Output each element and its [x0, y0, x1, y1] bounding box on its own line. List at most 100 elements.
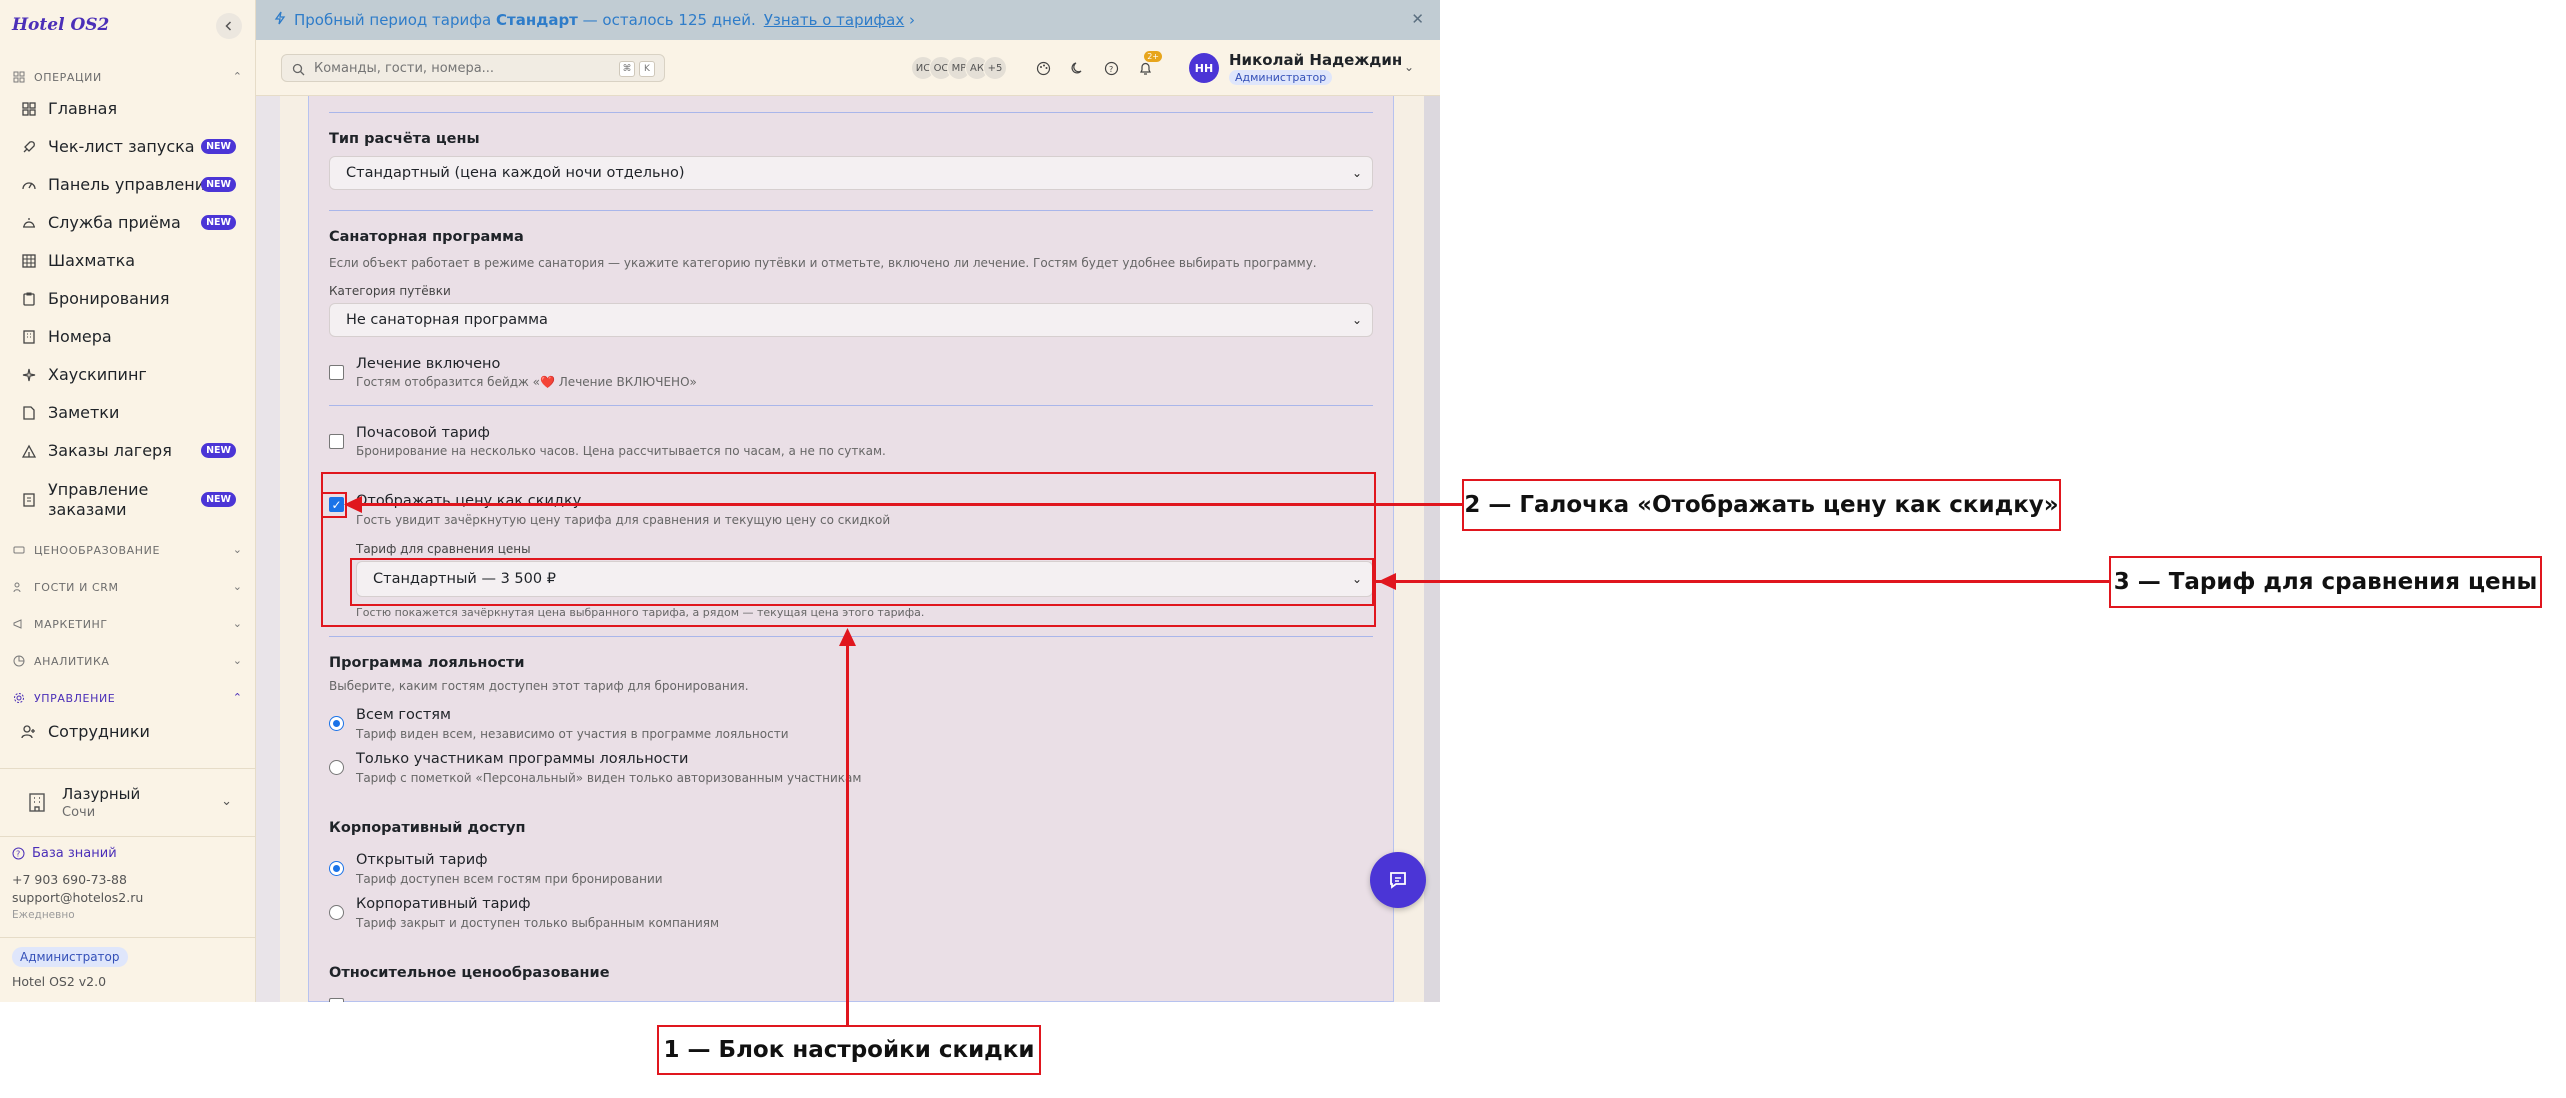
- online-users[interactable]: ИС ОС МР АК +5: [911, 56, 1007, 80]
- user-name[interactable]: Николай Надеждин: [1229, 51, 1402, 69]
- hourly-tariff-description: Бронирование на несколько часов. Цена ра…: [356, 444, 886, 458]
- section-label: МАРКЕТИНГ: [34, 617, 108, 631]
- corporate-open-title: Открытый тариф: [356, 852, 488, 868]
- treatment-description: Гостям отобразится бейдж «❤️ Лечение ВКЛ…: [356, 375, 697, 389]
- loyalty-members-description: Тариф с пометкой «Персональный» виден то…: [356, 771, 862, 785]
- chevron-left-icon: [225, 21, 232, 31]
- tent-icon: [20, 442, 38, 460]
- select-value: Не санаторная программа: [346, 312, 548, 328]
- pricing-link[interactable]: Узнать о тарифах: [764, 11, 905, 29]
- sidebar-item-bookings[interactable]: Бронирования: [0, 281, 256, 317]
- banner-text-before: Пробный период тарифа: [294, 11, 492, 29]
- lightning-icon: [274, 11, 286, 29]
- loyalty-all-title: Всем гостям: [356, 707, 451, 723]
- arrowhead-3: [1378, 573, 1396, 590]
- sidebar-item-notes[interactable]: Заметки: [0, 395, 256, 431]
- help-button[interactable]: ?: [1098, 55, 1124, 81]
- sidebar-item-home[interactable]: Главная: [0, 91, 256, 127]
- command-search[interactable]: ⌘ K: [281, 54, 665, 82]
- chevron-down-icon: ⌄: [1351, 166, 1362, 180]
- knowledge-base-link[interactable]: ? База знаний: [12, 846, 117, 861]
- rocket-icon: [20, 138, 38, 156]
- dashboard-icon: [20, 100, 38, 118]
- sidebar-item-rooms[interactable]: Номера: [0, 319, 256, 355]
- new-badge: NEW: [201, 177, 236, 192]
- dark-mode-button[interactable]: [1064, 55, 1090, 81]
- user-role-badge: Администратор: [1229, 70, 1333, 85]
- sidebar-item-staff[interactable]: Сотрудники: [0, 714, 256, 750]
- loyalty-all-description: Тариф виден всем, независимо от участия …: [356, 727, 789, 741]
- bell-icon: [1139, 62, 1151, 75]
- sidebar-item-grid-chart[interactable]: Шахматка: [0, 243, 256, 279]
- hourly-tariff-checkbox[interactable]: [329, 434, 344, 449]
- theme-palette-button[interactable]: [1030, 55, 1056, 81]
- top-header: ⌘ K ИС ОС МР АК +5 ? 2+ НН Николай Надеж…: [256, 40, 1440, 96]
- divider: [329, 112, 1373, 113]
- sidebar-item-launch-checklist[interactable]: Чек-лист запуска NEW: [0, 129, 256, 165]
- treatment-checkbox[interactable]: [329, 365, 344, 380]
- notification-count: 2+: [1144, 51, 1162, 62]
- corporate-closed-title: Корпоративный тариф: [356, 896, 531, 912]
- chevron-right-icon: ›: [909, 11, 916, 29]
- section-pricing[interactable]: ЦЕНООБРАЗОВАНИЕ ⌄: [0, 536, 256, 564]
- section-operations[interactable]: ОПЕРАЦИИ ⌃: [0, 63, 256, 91]
- user-avatar[interactable]: НН: [1189, 53, 1219, 83]
- section-label: УПРАВЛЕНИЕ: [34, 691, 116, 705]
- divider: [329, 210, 1373, 211]
- hotel-switcher[interactable]: Лазурный Сочи ⌄: [12, 776, 244, 828]
- gear-icon: [12, 691, 26, 705]
- app-logo[interactable]: Hotel OS2: [12, 15, 109, 35]
- help-circle-icon: ?: [12, 847, 26, 861]
- notifications-button[interactable]: 2+: [1132, 51, 1162, 81]
- note-icon: [20, 404, 38, 422]
- loyalty-all-radio[interactable]: [329, 716, 344, 731]
- sidebar: Hotel OS2 ОПЕРАЦИИ ⌃ Главная Чек-лист за…: [0, 0, 256, 1002]
- banner-text-after: — осталось 125 дней.: [582, 11, 756, 29]
- section-marketing[interactable]: МАРКЕТИНГ ⌄: [0, 610, 256, 638]
- sidebar-item-control-panel[interactable]: Панель управления NEW: [0, 167, 256, 203]
- treatment-title: Лечение включено: [356, 356, 501, 372]
- hotel-building-icon: [26, 791, 48, 813]
- sidebar-item-order-management[interactable]: Управление заказами NEW: [0, 476, 256, 524]
- avatar-more[interactable]: +5: [983, 56, 1007, 80]
- sidebar-item-camp-orders[interactable]: Заказы лагеря NEW: [0, 433, 256, 469]
- arrowhead-1: [839, 628, 856, 646]
- support-phone[interactable]: +7 903 690-73-88: [12, 872, 127, 887]
- section-label: ЦЕНООБРАЗОВАНИЕ: [34, 543, 161, 557]
- new-badge: NEW: [201, 443, 236, 458]
- new-badge: NEW: [201, 492, 236, 507]
- search-input[interactable]: [314, 60, 614, 76]
- relative-pricing-checkbox[interactable]: [329, 998, 344, 1002]
- corporate-closed-radio[interactable]: [329, 905, 344, 920]
- section-analytics[interactable]: АНАЛИТИКА ⌄: [0, 647, 256, 675]
- collapse-sidebar-button[interactable]: [216, 13, 242, 39]
- sidebar-item-label: Панель управления: [48, 175, 215, 194]
- annotation-label-3: 3 — Тариф для сравнения цены: [2109, 556, 2542, 608]
- chevron-down-icon: ⌄: [232, 654, 242, 667]
- receipt-icon: [20, 491, 38, 509]
- annotation-label-2: 2 — Галочка «Отображать цену как скидку»: [1462, 479, 2061, 531]
- section-guests-crm[interactable]: ГОСТИ И CRM ⌄: [0, 573, 256, 601]
- sidebar-item-label: Чек-лист запуска: [48, 137, 195, 156]
- chevron-down-icon[interactable]: ⌄: [1404, 60, 1414, 74]
- chevron-down-icon: ⌄: [1351, 313, 1362, 327]
- voucher-category-select[interactable]: Не санаторная программа ⌄: [329, 303, 1373, 337]
- shortcut-key-k: K: [639, 61, 655, 77]
- sanatorium-description: Если объект работает в режиме санатория …: [329, 256, 1317, 270]
- search-icon: [292, 61, 306, 76]
- corporate-open-radio[interactable]: [329, 861, 344, 876]
- loyalty-members-radio[interactable]: [329, 760, 344, 775]
- section-management[interactable]: УПРАВЛЕНИЕ ⌃: [0, 684, 256, 712]
- chat-button[interactable]: [1370, 852, 1426, 908]
- clipboard-icon: [20, 290, 38, 308]
- divider: [0, 937, 256, 938]
- select-value: Стандартный (цена каждой ночи отдельно): [346, 165, 685, 181]
- pricing-type-select[interactable]: Стандартный (цена каждой ночи отдельно) …: [329, 156, 1373, 190]
- close-banner-button[interactable]: ✕: [1411, 10, 1424, 28]
- users-icon: [12, 580, 26, 594]
- sidebar-item-front-desk[interactable]: Служба приёма NEW: [0, 205, 256, 241]
- grid-icon: [12, 70, 26, 84]
- sidebar-item-housekeeping[interactable]: Хаускипинг: [0, 357, 256, 393]
- support-email[interactable]: support@hotelos2.ru: [12, 890, 143, 905]
- user-plus-icon: [20, 723, 38, 741]
